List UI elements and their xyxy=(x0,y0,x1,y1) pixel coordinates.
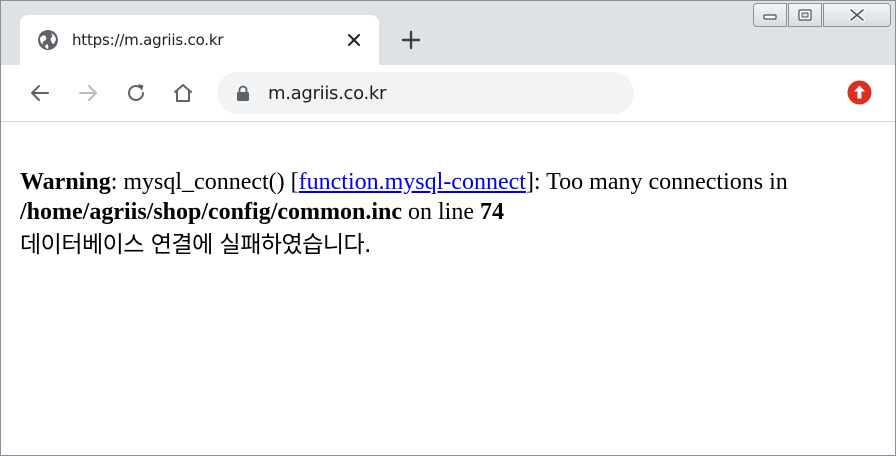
globe-icon xyxy=(38,30,58,50)
file-path: /home/agriis/shop/config/common.inc xyxy=(20,199,403,225)
window-close-button[interactable] xyxy=(823,3,891,27)
tab-strip: https://m.agriis.co.kr xyxy=(1,1,895,65)
browser-window: https://m.agriis.co.kr m.agriis.co.kr Wa… xyxy=(0,0,896,456)
minimize-icon xyxy=(763,14,777,20)
function-link[interactable]: function.mysql-connect xyxy=(299,169,526,195)
active-tab[interactable]: https://m.agriis.co.kr xyxy=(20,15,379,65)
line-number: 74 xyxy=(480,199,505,225)
error-message: 데이터베이스 연결에 실패하였습니다. xyxy=(20,232,372,258)
php-warning: Warning: mysql_connect() [function.mysql… xyxy=(20,167,895,227)
browser-toolbar: m.agriis.co.kr xyxy=(1,65,895,122)
maximize-button[interactable] xyxy=(788,3,822,27)
plus-icon[interactable] xyxy=(400,29,422,51)
warning-label: Warning xyxy=(20,169,111,195)
home-icon[interactable] xyxy=(171,81,195,105)
warning-text-end: ]: Too many connections in xyxy=(525,169,788,195)
reload-icon[interactable] xyxy=(124,81,148,105)
maximize-icon xyxy=(798,9,812,21)
lock-icon[interactable] xyxy=(234,84,252,102)
arrow-left-icon[interactable] xyxy=(28,81,52,105)
update-arrow-icon[interactable] xyxy=(847,80,872,105)
page-content: Warning: mysql_connect() [function.mysql… xyxy=(1,123,895,455)
address-bar[interactable]: m.agriis.co.kr xyxy=(217,72,634,114)
close-icon[interactable] xyxy=(346,32,362,48)
arrow-right-icon[interactable] xyxy=(76,81,100,105)
url-text[interactable]: m.agriis.co.kr xyxy=(268,83,386,104)
line-text: on line xyxy=(402,199,481,225)
minimize-button[interactable] xyxy=(753,3,787,27)
warning-text: : mysql_connect() [ xyxy=(110,169,299,195)
close-icon xyxy=(849,8,865,22)
tab-title: https://m.agriis.co.kr xyxy=(72,31,224,49)
